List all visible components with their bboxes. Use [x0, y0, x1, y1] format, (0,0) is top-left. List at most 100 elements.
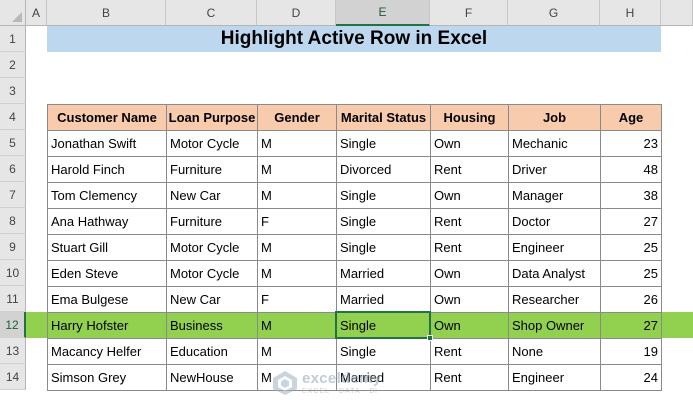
table-cell[interactable]: Motor Cycle — [166, 130, 258, 157]
table-cell[interactable]: 38 — [600, 182, 662, 209]
row-header-7[interactable]: 7 — [0, 182, 26, 208]
column-header-e[interactable]: E — [336, 0, 430, 26]
table-cell[interactable]: Mechanic — [508, 130, 601, 157]
table-cell[interactable]: 25 — [600, 260, 662, 287]
table-cell[interactable]: 27 — [600, 312, 662, 339]
table-cell[interactable]: Own — [430, 260, 509, 287]
table-cell[interactable]: Rent — [430, 234, 509, 261]
table-cell[interactable]: Rent — [430, 364, 509, 391]
table-cell[interactable]: Stuart Gill — [47, 234, 167, 261]
row-header-4[interactable]: 4 — [0, 104, 26, 130]
table-cell[interactable]: New Car — [166, 286, 258, 313]
row-header-12[interactable]: 12 — [0, 312, 26, 338]
row-header-9[interactable]: 9 — [0, 234, 26, 260]
table-header-cell[interactable]: Age — [600, 104, 662, 131]
table-cell[interactable]: M — [257, 182, 337, 209]
table-cell[interactable]: Harry Hofster — [47, 312, 167, 339]
row-header-8[interactable]: 8 — [0, 208, 26, 234]
table-cell[interactable]: F — [257, 286, 337, 313]
table-cell[interactable]: Furniture — [166, 208, 258, 235]
table-cell[interactable]: Researcher — [508, 286, 601, 313]
row-header-10[interactable]: 10 — [0, 260, 26, 286]
table-cell[interactable]: Own — [430, 286, 509, 313]
column-header-d[interactable]: D — [257, 0, 336, 26]
table-cell[interactable]: M — [257, 312, 337, 339]
table-cell[interactable]: F — [257, 208, 337, 235]
table-header-cell[interactable]: Marital Status — [336, 104, 431, 131]
table-cell[interactable]: Divorced — [336, 156, 431, 183]
table-cell[interactable]: Single — [336, 182, 431, 209]
table-cell[interactable]: Education — [166, 338, 258, 365]
table-header-cell[interactable]: Customer Name — [47, 104, 167, 131]
spreadsheet-grid[interactable]: ABCDEFGH 1 2 3 4 5 6 7 8 9 10 11 12 13 14 Highlight A… — [0, 0, 693, 416]
row-header-11[interactable]: 11 — [0, 286, 26, 312]
table-cell[interactable]: M — [257, 338, 337, 365]
table-header-cell[interactable]: Job — [508, 104, 601, 131]
table-cell[interactable]: Rent — [430, 156, 509, 183]
table-cell[interactable]: Furniture — [166, 156, 258, 183]
table-cell[interactable]: New Car — [166, 182, 258, 209]
table-cell[interactable]: Business — [166, 312, 258, 339]
table-cell[interactable]: Motor Cycle — [166, 234, 258, 261]
table-cell[interactable]: Own — [430, 130, 509, 157]
table-cell[interactable]: Single — [336, 234, 431, 261]
select-all-corner[interactable] — [0, 0, 26, 26]
table-cell[interactable]: 19 — [600, 338, 662, 365]
table-cell[interactable]: Eden Steve — [47, 260, 167, 287]
table-cell[interactable]: Driver — [508, 156, 601, 183]
table-cell[interactable]: Manager — [508, 182, 601, 209]
row-header-3[interactable]: 3 — [0, 78, 26, 104]
table-cell[interactable]: 26 — [600, 286, 662, 313]
table-cell[interactable]: 25 — [600, 234, 662, 261]
column-header-g[interactable]: G — [508, 0, 600, 26]
column-header-c[interactable]: C — [166, 0, 257, 26]
table-cell[interactable]: Rent — [430, 208, 509, 235]
row-header-2[interactable]: 2 — [0, 52, 26, 78]
table-header-cell[interactable]: Housing — [430, 104, 509, 131]
table-cell[interactable]: Macancy Helfer — [47, 338, 167, 365]
table-cell[interactable]: Doctor — [508, 208, 601, 235]
table-cell[interactable]: M — [257, 130, 337, 157]
table-cell[interactable]: Simson Grey — [47, 364, 167, 391]
table-cell[interactable]: Own — [430, 312, 509, 339]
table-cell[interactable]: Jonathan Swift — [47, 130, 167, 157]
table-cell[interactable]: Harold Finch — [47, 156, 167, 183]
table-cell[interactable]: M — [257, 156, 337, 183]
table-cell[interactable]: Engineer — [508, 234, 601, 261]
table-cell[interactable]: 48 — [600, 156, 662, 183]
active-cell-selection[interactable] — [335, 311, 431, 339]
table-cell[interactable]: 27 — [600, 208, 662, 235]
row-header-13[interactable]: 13 — [0, 338, 26, 364]
column-header-h[interactable]: H — [600, 0, 661, 26]
table-cell[interactable]: M — [257, 234, 337, 261]
fill-handle[interactable] — [427, 335, 433, 341]
table-cell[interactable]: Engineer — [508, 364, 601, 391]
table-cell[interactable]: M — [257, 260, 337, 287]
table-header-cell[interactable]: Loan Purpose — [166, 104, 258, 131]
column-header-a[interactable]: A — [26, 0, 47, 26]
table-cell[interactable]: Rent — [430, 338, 509, 365]
row-header-14[interactable]: 14 — [0, 364, 26, 390]
table-cell[interactable]: Single — [336, 338, 431, 365]
table-cell[interactable]: Ana Hathway — [47, 208, 167, 235]
sheet-title[interactable]: Highlight Active Row in Excel — [47, 26, 661, 52]
table-cell[interactable]: Married — [336, 286, 431, 313]
table-cell[interactable]: 23 — [600, 130, 662, 157]
table-cell[interactable]: Married — [336, 260, 431, 287]
column-header-f[interactable]: F — [430, 0, 508, 26]
table-cell[interactable]: Tom Clemency — [47, 182, 167, 209]
table-cell[interactable]: None — [508, 338, 601, 365]
table-cell[interactable]: Single — [336, 130, 431, 157]
table-cell[interactable]: Ema Bulgese — [47, 286, 167, 313]
table-cell[interactable]: NewHouse — [166, 364, 258, 391]
table-cell[interactable]: Data Analyst — [508, 260, 601, 287]
row-header-5[interactable]: 5 — [0, 130, 26, 156]
table-cell[interactable]: Motor Cycle — [166, 260, 258, 287]
table-cell[interactable]: Own — [430, 182, 509, 209]
column-header-b[interactable]: B — [47, 0, 166, 26]
row-header-1[interactable]: 1 — [0, 26, 26, 52]
table-cell[interactable]: Single — [336, 208, 431, 235]
table-cell[interactable]: 24 — [600, 364, 662, 391]
table-cell[interactable]: Shop Owner — [508, 312, 601, 339]
row-header-6[interactable]: 6 — [0, 156, 26, 182]
